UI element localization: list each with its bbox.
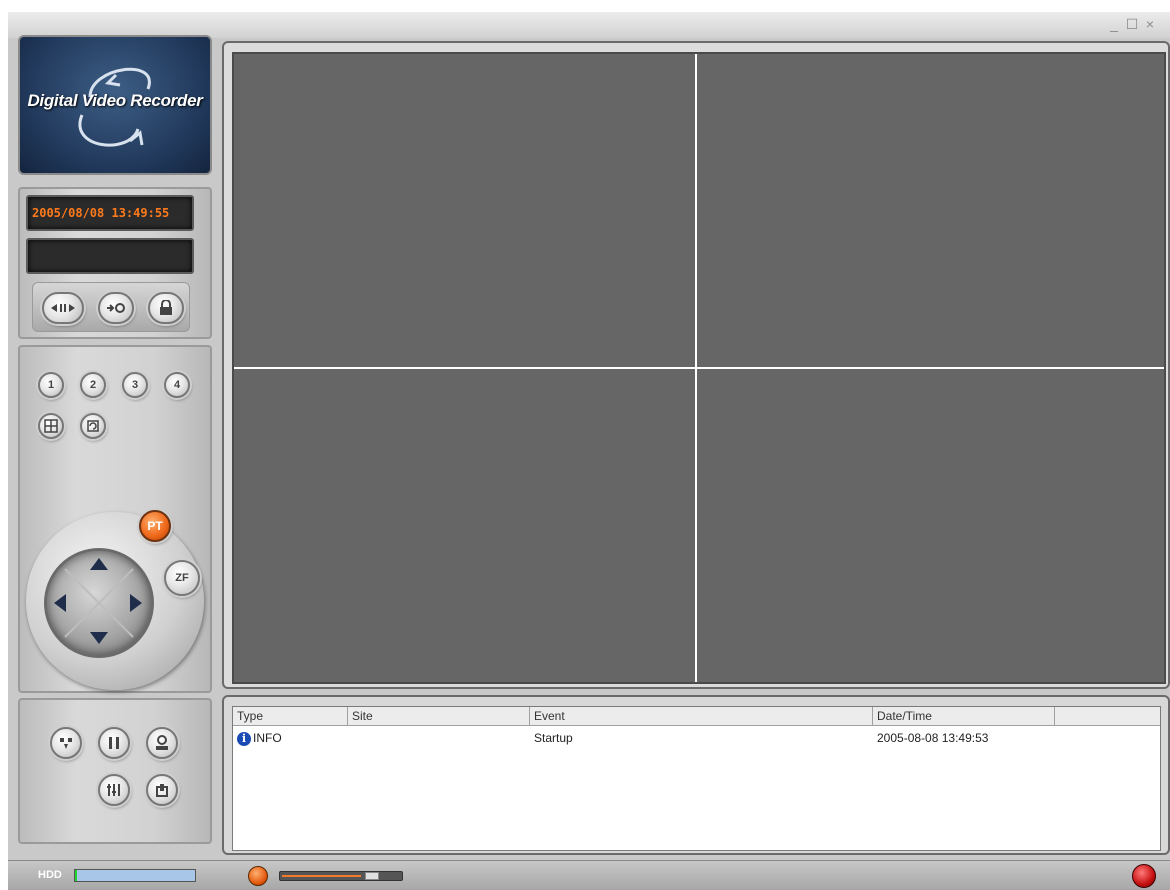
lock-icon	[160, 300, 172, 315]
backup-button[interactable]	[146, 774, 178, 806]
close-button[interactable]: ×	[1142, 16, 1158, 32]
event-log-header: Type Site Event Date/Time	[233, 707, 1160, 726]
backup-icon	[156, 784, 168, 797]
camera-4-button[interactable]: 4	[164, 372, 190, 398]
volume-slider-thumb[interactable]	[364, 872, 379, 880]
row-event: Startup	[534, 731, 573, 745]
secondary-display	[26, 238, 194, 274]
pan-down-arrow-icon[interactable]	[90, 632, 108, 644]
column-blank	[1055, 707, 1160, 726]
video-grid	[232, 52, 1166, 684]
logo-text: Digital Video Recorder	[27, 91, 203, 110]
power-button[interactable]	[1132, 864, 1156, 888]
quad-view-icon	[44, 419, 58, 433]
hdd-label: HDD	[38, 869, 62, 881]
column-site[interactable]: Site	[348, 707, 530, 726]
column-datetime[interactable]: Date/Time	[873, 707, 1055, 726]
camera-3-button[interactable]: 3	[122, 372, 148, 398]
user-icon	[156, 735, 168, 750]
status-bar: HDD	[8, 860, 1170, 890]
pan-right-arrow-icon[interactable]	[130, 594, 142, 612]
camera-1-button[interactable]: 1	[38, 372, 64, 398]
playback-panel	[18, 698, 212, 844]
record-button[interactable]	[42, 292, 84, 324]
video-cell-1[interactable]	[234, 54, 695, 367]
video-cell-3[interactable]	[234, 369, 695, 682]
pause-button[interactable]	[98, 727, 130, 759]
camera-2-button[interactable]: 2	[80, 372, 106, 398]
setup-icon	[107, 303, 125, 313]
pause-icon	[109, 737, 119, 749]
row-type: INFO	[253, 731, 282, 745]
datetime-display: 2005/08/08 13:49:55	[26, 195, 194, 231]
video-cell-2[interactable]	[697, 54, 1164, 367]
volume-slider[interactable]	[279, 871, 403, 881]
maximize-button[interactable]: ☐	[1124, 16, 1140, 32]
record-icon	[51, 304, 75, 312]
pan-left-arrow-icon[interactable]	[54, 594, 66, 612]
settings-button[interactable]	[98, 774, 130, 806]
lock-button[interactable]	[148, 292, 184, 324]
quad-view-button[interactable]	[38, 413, 64, 439]
zf-mode-button[interactable]: ZF	[164, 560, 200, 596]
search-button[interactable]	[50, 727, 82, 759]
setup-button[interactable]	[98, 292, 134, 324]
column-event[interactable]: Event	[530, 707, 873, 726]
dvr-app-window: _ ☐ × Digital Video Recorder 2005/08/08 …	[8, 12, 1170, 890]
minimize-button[interactable]: _	[1106, 16, 1122, 32]
sequence-button[interactable]	[80, 413, 106, 439]
pt-mode-button[interactable]: PT	[139, 510, 171, 542]
hdd-usage-fill	[75, 870, 78, 881]
event-log[interactable]: Type Site Event Date/Time i INFO Startup…	[232, 706, 1161, 851]
speaker-icon[interactable]	[248, 866, 268, 886]
volume-fill	[282, 875, 362, 877]
column-type[interactable]: Type	[233, 707, 348, 726]
search-icon	[60, 738, 72, 749]
brand-logo: Digital Video Recorder	[18, 35, 212, 175]
row-datetime: 2005-08-08 13:49:53	[877, 731, 989, 745]
pan-up-arrow-icon[interactable]	[90, 558, 108, 570]
info-icon: i	[237, 732, 251, 746]
settings-icon	[107, 784, 120, 796]
hdd-usage-bar	[74, 869, 196, 882]
user-button[interactable]	[146, 727, 178, 759]
video-cell-4[interactable]	[697, 369, 1164, 682]
sequence-icon	[87, 420, 99, 432]
